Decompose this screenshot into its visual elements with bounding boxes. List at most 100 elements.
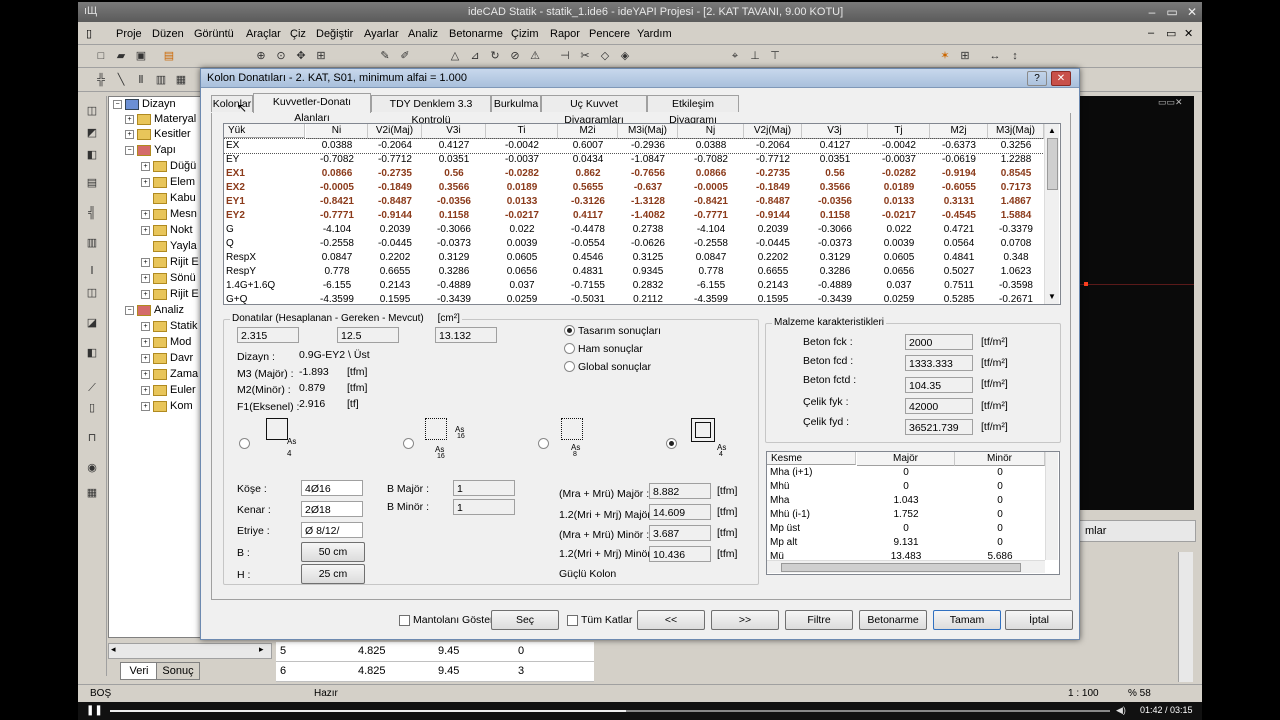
tree-node[interactable]: + Rijit E: [141, 255, 199, 270]
menu-proje[interactable]: Proje: [116, 28, 142, 40]
left-tool-6-icon[interactable]: ▥: [85, 236, 99, 250]
table-row[interactable]: RespX 0.0847 0.2202 0.3129 0.0605 0.4546 0.312…: [224, 251, 1044, 265]
shape2-icon[interactable]: ◈: [618, 49, 632, 63]
left-tool-2-icon[interactable]: ◩: [85, 126, 99, 140]
tree-node[interactable]: + Davr: [141, 351, 193, 366]
dialog-close-icon[interactable]: ✕: [1051, 71, 1071, 86]
tamam-button[interactable]: Tamam: [933, 610, 1001, 630]
sec-button[interactable]: Seç: [491, 610, 559, 630]
tab-etkilesim[interactable]: Etkileşim Diyagramı: [647, 95, 739, 126]
table-row[interactable]: 6 4.825 9.45 3: [276, 662, 594, 682]
wall-icon[interactable]: ▥: [154, 73, 168, 87]
line-icon[interactable]: ⊣: [558, 49, 572, 63]
scroll-up-icon[interactable]: ▲: [1048, 126, 1056, 135]
ham-radio[interactable]: [564, 343, 575, 354]
mdi-minimize-icon[interactable]: –: [1148, 27, 1154, 39]
scroll-thumb[interactable]: [1047, 138, 1058, 190]
load-table[interactable]: Yük Ni V2i(Maj) V3i Ti M2i M3i(Maj) Nj V2j(Maj) V…: [223, 123, 1061, 305]
column-header[interactable]: Kesme: [767, 452, 856, 465]
tree-node[interactable]: + Materyal: [125, 112, 196, 127]
table-row[interactable]: RespY 0.778 0.6655 0.3286 0.0656 0.4831 0.9345…: [224, 265, 1044, 279]
left-tool-10-icon[interactable]: ◧: [85, 346, 99, 360]
document-icon[interactable]: ▯: [86, 27, 92, 40]
table-row[interactable]: EX1 0.0866 -0.2735 0.56 -0.0282 0.862 -0.7656 0…: [224, 167, 1044, 181]
table-row[interactable]: 5 4.825 9.45 0: [276, 642, 594, 662]
open-icon[interactable]: ▰: [114, 49, 128, 63]
tab-burkulma[interactable]: Burkulma: [491, 95, 541, 112]
table-row[interactable]: Mha (i+1) 0 0: [767, 466, 1045, 480]
tab-tdy-denklem[interactable]: TDY Denklem 3.3 Kontrolü: [371, 95, 491, 126]
left-tool-15-icon[interactable]: ▦: [85, 486, 99, 500]
menu-ayarlar[interactable]: Ayarlar: [364, 28, 399, 40]
minimize-icon[interactable]: –: [1144, 5, 1160, 19]
tasarim-radio[interactable]: [564, 325, 575, 336]
menu-ciz[interactable]: Çiz: [290, 28, 306, 40]
menu-degistir[interactable]: Değiştir: [316, 28, 353, 40]
section-type-1-radio[interactable]: [239, 438, 250, 449]
filtre-button[interactable]: Filtre: [785, 610, 853, 630]
scroll-right-icon[interactable]: ▸: [259, 644, 264, 655]
mantolan-checkbox[interactable]: [399, 615, 410, 626]
left-tool-11-icon[interactable]: ⟋: [85, 381, 99, 395]
table-row[interactable]: EY1 -0.8421 -0.8487 -0.0356 0.0133 -0.3126 -1.…: [224, 195, 1044, 209]
column-header[interactable]: M2i: [558, 124, 618, 139]
mirror-icon[interactable]: ⊘: [508, 49, 522, 63]
left-tool-4-icon[interactable]: ▤: [85, 176, 99, 190]
table-row[interactable]: Mp alt 9.131 0: [767, 536, 1045, 550]
menu-goruntu[interactable]: Görüntü: [194, 28, 234, 40]
snap2-icon[interactable]: ⊥: [748, 49, 762, 63]
section-type-3-radio[interactable]: [538, 438, 549, 449]
axis-icon[interactable]: ╲: [114, 73, 128, 87]
pencil-icon[interactable]: ✎: [378, 49, 392, 63]
column-header[interactable]: V3i: [422, 124, 486, 139]
tree-node[interactable]: + Elem: [141, 175, 195, 190]
column-header[interactable]: V2i(Maj): [368, 124, 422, 139]
menu-duzen[interactable]: Düzen: [152, 28, 184, 40]
load-table-vscrollbar[interactable]: ▲ ▼: [1044, 124, 1059, 304]
column-header[interactable]: Majör: [857, 452, 955, 466]
column-header[interactable]: Tj: [868, 124, 930, 139]
table-row[interactable]: EY -0.7082 -0.7712 0.0351 -0.0037 0.0434 -1.08…: [224, 153, 1044, 167]
table-row[interactable]: EX2 -0.0005 -0.1849 0.3566 0.0189 0.5655 -0.63…: [224, 181, 1044, 195]
table-row[interactable]: Mp üst 0 0: [767, 522, 1045, 536]
tree-node[interactable]: + Nokt: [141, 223, 193, 238]
tree-node[interactable]: +Yayla: [141, 239, 197, 254]
tree-node[interactable]: + Düğü: [141, 159, 196, 174]
column-header[interactable]: V3j: [802, 124, 868, 139]
menu-pencere[interactable]: Pencere: [589, 28, 630, 40]
left-tool-9-icon[interactable]: ◪: [85, 316, 99, 330]
iptal-button[interactable]: İptal: [1005, 610, 1073, 630]
tree-node[interactable]: +Kabu: [141, 191, 196, 206]
tab-uc-kuvvet[interactable]: Uç Kuvvet Diyagramları: [541, 95, 647, 126]
pause-icon[interactable]: ❚❚: [86, 705, 103, 716]
column-header[interactable]: M3i(Maj): [618, 124, 678, 139]
grid-icon[interactable]: ⊞: [958, 49, 972, 63]
menu-cizim[interactable]: Çizim: [511, 28, 539, 40]
kenar-input[interactable]: 2Ø18: [301, 501, 363, 517]
h-button[interactable]: 25 cm: [301, 564, 365, 584]
tab-sonuc[interactable]: Sonuç: [156, 662, 200, 680]
mdi-restore-icon[interactable]: ▭: [1166, 27, 1176, 40]
menu-rapor[interactable]: Rapor: [550, 28, 580, 40]
menu-yardim[interactable]: Yardım: [637, 28, 672, 40]
prev-button[interactable]: <<: [637, 610, 705, 630]
menu-betonarme[interactable]: Betonarme: [449, 28, 503, 40]
section-type-4-radio[interactable]: [666, 438, 677, 449]
section-type-2-radio[interactable]: [403, 438, 414, 449]
pan-icon[interactable]: ✥: [294, 49, 308, 63]
snap3-icon[interactable]: ⊤: [768, 49, 782, 63]
left-tool-1-icon[interactable]: ◫: [85, 104, 99, 118]
column-header[interactable]: Yük: [224, 124, 305, 138]
scroll-left-icon[interactable]: ◂: [111, 644, 116, 655]
triangle-icon[interactable]: △: [448, 49, 462, 63]
kesme-hscrollbar[interactable]: [767, 560, 1045, 573]
scroll-down-icon[interactable]: ▼: [1048, 292, 1056, 301]
zoom-icon[interactable]: ⊕: [254, 49, 268, 63]
beam-icon[interactable]: ╬: [94, 73, 108, 87]
column-header[interactable]: M3j(Maj): [988, 124, 1044, 139]
table-row[interactable]: 1.4G+1.6Q -6.155 0.2143 -0.4889 0.037 -0.7155…: [224, 279, 1044, 293]
column-header[interactable]: V2j(Maj): [744, 124, 802, 139]
new-icon[interactable]: □: [94, 49, 108, 63]
left-tool-14-icon[interactable]: ◉: [85, 461, 99, 475]
cut-icon[interactable]: ✂: [578, 49, 592, 63]
